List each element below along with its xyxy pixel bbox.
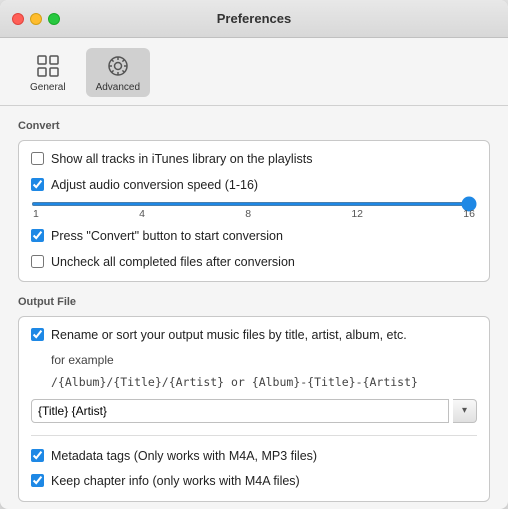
chapter-row: Keep chapter info (only works with M4A f… xyxy=(31,473,477,491)
preferences-window: Preferences General xyxy=(0,0,508,509)
output-section: Output File Rename or sort your output m… xyxy=(18,296,490,502)
format-input[interactable] xyxy=(31,399,449,423)
slider-labels: 1 4 8 12 16 xyxy=(31,208,477,220)
uncheck-completed-row: Uncheck all completed files after conver… xyxy=(31,254,477,272)
adjust-audio-checkbox[interactable] xyxy=(31,178,44,191)
show-tracks-row: Show all tracks in iTunes library on the… xyxy=(31,151,477,169)
chevron-down-icon: ▾ xyxy=(462,405,467,416)
output-box: Rename or sort your output music files b… xyxy=(18,316,490,502)
chapter-checkbox[interactable] xyxy=(31,474,44,487)
uncheck-completed-label[interactable]: Uncheck all completed files after conver… xyxy=(51,254,295,272)
convert-section: Convert Show all tracks in iTunes librar… xyxy=(18,120,490,282)
press-convert-checkbox[interactable] xyxy=(31,229,44,242)
divider xyxy=(31,435,477,436)
advanced-tab[interactable]: Advanced xyxy=(86,48,150,97)
metadata-checkbox[interactable] xyxy=(31,449,44,462)
traffic-lights xyxy=(12,13,60,25)
rename-row: Rename or sort your output music files b… xyxy=(31,327,477,345)
chapter-label[interactable]: Keep chapter info (only works with M4A f… xyxy=(51,473,300,491)
press-convert-label[interactable]: Press "Convert" button to start conversi… xyxy=(51,228,283,246)
toolbar: General Advanced xyxy=(0,38,508,106)
show-tracks-label[interactable]: Show all tracks in iTunes library on the… xyxy=(51,151,312,169)
show-tracks-checkbox[interactable] xyxy=(31,152,44,165)
adjust-audio-row: Adjust audio conversion speed (1-16) xyxy=(31,177,477,195)
metadata-label[interactable]: Metadata tags (Only works with M4A, MP3 … xyxy=(51,448,317,466)
close-button[interactable] xyxy=(12,13,24,25)
speed-slider[interactable] xyxy=(31,202,477,206)
adjust-audio-label[interactable]: Adjust audio conversion speed (1-16) xyxy=(51,177,258,195)
slider-label-4: 4 xyxy=(139,208,145,220)
input-row: ▾ xyxy=(31,399,477,423)
slider-label-8: 8 xyxy=(245,208,251,220)
for-example-text: for example xyxy=(51,353,477,367)
convert-title: Convert xyxy=(18,120,490,132)
metadata-row: Metadata tags (Only works with M4A, MP3 … xyxy=(31,448,477,466)
rename-checkbox[interactable] xyxy=(31,328,44,341)
slider-label-12: 12 xyxy=(351,208,363,220)
rename-label[interactable]: Rename or sort your output music files b… xyxy=(51,327,407,345)
advanced-icon xyxy=(104,52,132,80)
general-icon xyxy=(34,52,62,80)
format-dropdown-button[interactable]: ▾ xyxy=(453,399,477,423)
title-bar: Preferences xyxy=(0,0,508,38)
window-title: Preferences xyxy=(217,11,291,26)
slider-row: 1 4 8 12 16 xyxy=(31,202,477,220)
slider-label-1: 1 xyxy=(33,208,39,220)
uncheck-completed-checkbox[interactable] xyxy=(31,255,44,268)
general-label: General xyxy=(30,82,66,93)
general-tab[interactable]: General xyxy=(20,48,76,97)
advanced-label: Advanced xyxy=(96,82,140,93)
maximize-button[interactable] xyxy=(48,13,60,25)
minimize-button[interactable] xyxy=(30,13,42,25)
output-title: Output File xyxy=(18,296,490,308)
example-path: /{Album}/{Title}/{Artist} or {Album}-{Ti… xyxy=(51,375,477,389)
press-convert-row: Press "Convert" button to start conversi… xyxy=(31,228,477,246)
convert-box: Show all tracks in iTunes library on the… xyxy=(18,140,490,282)
slider-label-16: 16 xyxy=(463,208,475,220)
content-area: Convert Show all tracks in iTunes librar… xyxy=(0,106,508,509)
